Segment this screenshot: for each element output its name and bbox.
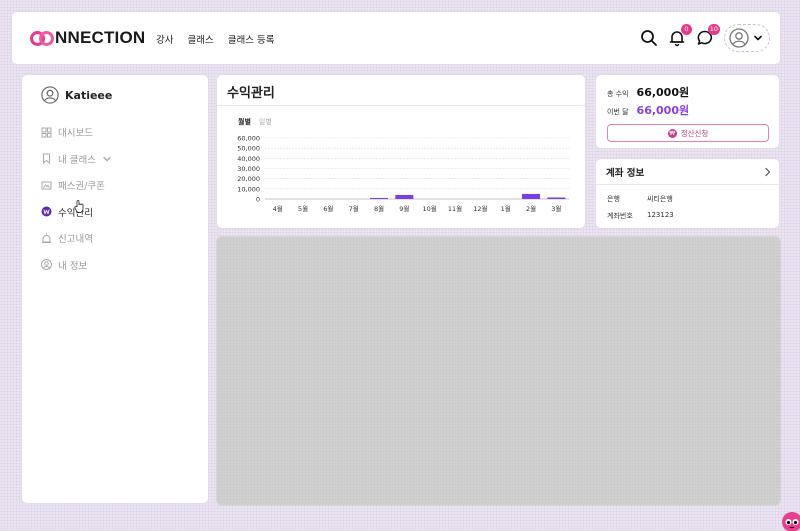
dashboard-icon: [41, 127, 52, 138]
avatar-icon: [41, 86, 59, 104]
y-tick-label: 0: [256, 196, 260, 204]
top-header: NNECTION 강사 클래스 클래스 등록 0 10: [11, 11, 781, 65]
divider: [596, 184, 779, 185]
header-actions: 0 10: [640, 24, 770, 52]
sidebar-item-label: 패스권/쿠폰: [58, 181, 105, 193]
settlement-request-label: 정산신청: [680, 128, 709, 138]
chart-bar: [522, 193, 540, 199]
logo-text: NNECTION: [55, 28, 146, 47]
hand-cursor-icon: [74, 200, 84, 213]
month-revenue-value: 66,000원: [636, 104, 690, 117]
mascot-icon[interactable]: [781, 509, 800, 531]
x-tick-label: 4월: [273, 204, 283, 213]
sidebar-item-label: 대시보드: [58, 128, 93, 140]
main-nav: 강사 클래스 클래스 등록: [156, 32, 274, 46]
connection-logo[interactable]: NNECTION: [30, 28, 145, 48]
account-number-row: 계좌번호 123123: [607, 211, 674, 221]
sidebar-item-label: 내 클래스: [58, 154, 96, 166]
search-icon[interactable]: [640, 29, 658, 47]
message-badge: 10: [707, 24, 720, 35]
logo-rings-icon: [30, 30, 56, 46]
sidebar-item-label: 신고내역: [58, 234, 93, 246]
x-tick-label: 1월: [501, 204, 511, 213]
notification-badge: 0: [681, 24, 692, 35]
settlement-request-button[interactable]: ₩ 정산신청: [607, 124, 769, 142]
message-icon[interactable]: 10: [696, 24, 720, 47]
username: Katieee: [65, 88, 113, 102]
account-number-value: 123123: [647, 211, 674, 219]
notification-bell-icon[interactable]: 0: [668, 24, 692, 47]
sidebar-menu: 대시보드 내 클래스 패스권/쿠폰 수익관리 신고내역 내 정보: [41, 119, 112, 278]
y-tick-label: 10,000: [237, 185, 260, 193]
bank-value: 씨티은행: [647, 195, 673, 203]
x-tick-label: 10월: [423, 204, 437, 213]
y-tick-label: 60,000: [237, 135, 260, 143]
account-number-label: 계좌번호: [607, 212, 633, 220]
bookmark-icon: [43, 153, 50, 165]
sidebar-item-my-info[interactable]: 내 정보: [41, 252, 112, 279]
won-icon: [41, 206, 52, 217]
month-revenue-label: 이번 달: [607, 108, 629, 116]
content-placeholder: [216, 236, 781, 506]
x-tick-label: 12월: [473, 204, 487, 213]
bank-row: 은행 씨티은행: [607, 194, 673, 204]
month-revenue-row: 이번 달 66,000원: [607, 102, 689, 118]
total-revenue-row: 총 수익 66,000원: [607, 84, 689, 100]
sidebar-item-label: 내 정보: [58, 260, 88, 272]
report-icon: [42, 233, 51, 243]
account-info-title: 계좌 정보: [606, 168, 645, 179]
total-revenue-label: 총 수익: [607, 90, 629, 98]
nav-class-register[interactable]: 클래스 등록: [228, 32, 275, 46]
y-tick-label: 50,000: [237, 145, 260, 153]
x-tick-label: 5월: [298, 204, 308, 213]
chevron-down-icon: [754, 35, 762, 41]
y-tick-label: 30,000: [237, 165, 260, 173]
chart-bar: [395, 194, 414, 199]
bank-label: 은행: [607, 195, 620, 203]
nav-classes[interactable]: 클래스: [187, 32, 213, 46]
x-tick-label: 9월: [399, 204, 409, 213]
x-tick-label: 8월: [374, 204, 384, 213]
chevron-down-icon: [103, 156, 111, 162]
ticket-icon: [41, 181, 52, 190]
sidebar-item-pass-coupon[interactable]: 패스권/쿠폰: [41, 172, 112, 199]
x-tick-label: 2월: [526, 204, 536, 213]
x-tick-label: 6월: [323, 204, 333, 213]
sidebar-item-dashboard[interactable]: 대시보드: [41, 119, 112, 146]
user-icon: [41, 259, 52, 271]
chart-bar: [547, 197, 566, 199]
profile-menu-button[interactable]: [724, 24, 770, 52]
sidebar: Katieee 대시보드 내 클래스 패스권/쿠폰 수익관리 신고내역 내 정보: [21, 74, 209, 504]
sidebar-item-my-classes[interactable]: 내 클래스: [41, 146, 112, 173]
sidebar-profile[interactable]: Katieee: [41, 86, 112, 104]
chevron-right-icon[interactable]: [764, 167, 772, 177]
total-revenue-value: 66,000원: [636, 86, 690, 99]
x-tick-label: 3월: [551, 204, 561, 213]
sidebar-item-reports[interactable]: 신고내역: [41, 225, 112, 252]
x-tick-label: 11월: [448, 204, 462, 213]
won-icon: ₩: [667, 128, 677, 138]
account-info-card: 계좌 정보 은행 씨티은행 계좌번호 123123: [595, 158, 780, 229]
avatar-icon: [729, 28, 749, 48]
revenue-summary-card: 총 수익 66,000원 이번 달 66,000원 ₩ 정산신청: [595, 74, 780, 149]
chart-bar: [370, 197, 388, 199]
x-tick-label: 7월: [349, 204, 359, 213]
y-tick-label: 40,000: [237, 155, 260, 163]
revenue-card: 수익관리 월별 일별 60,000 50,000 40,000 30,000 20,00…: [216, 74, 586, 229]
revenue-chart: 60,000 50,000 40,000 30,000 20,000 10,000 0 4월 5…: [237, 135, 569, 213]
nav-instructor[interactable]: 강사: [156, 32, 173, 46]
y-tick-label: 20,000: [237, 175, 260, 183]
